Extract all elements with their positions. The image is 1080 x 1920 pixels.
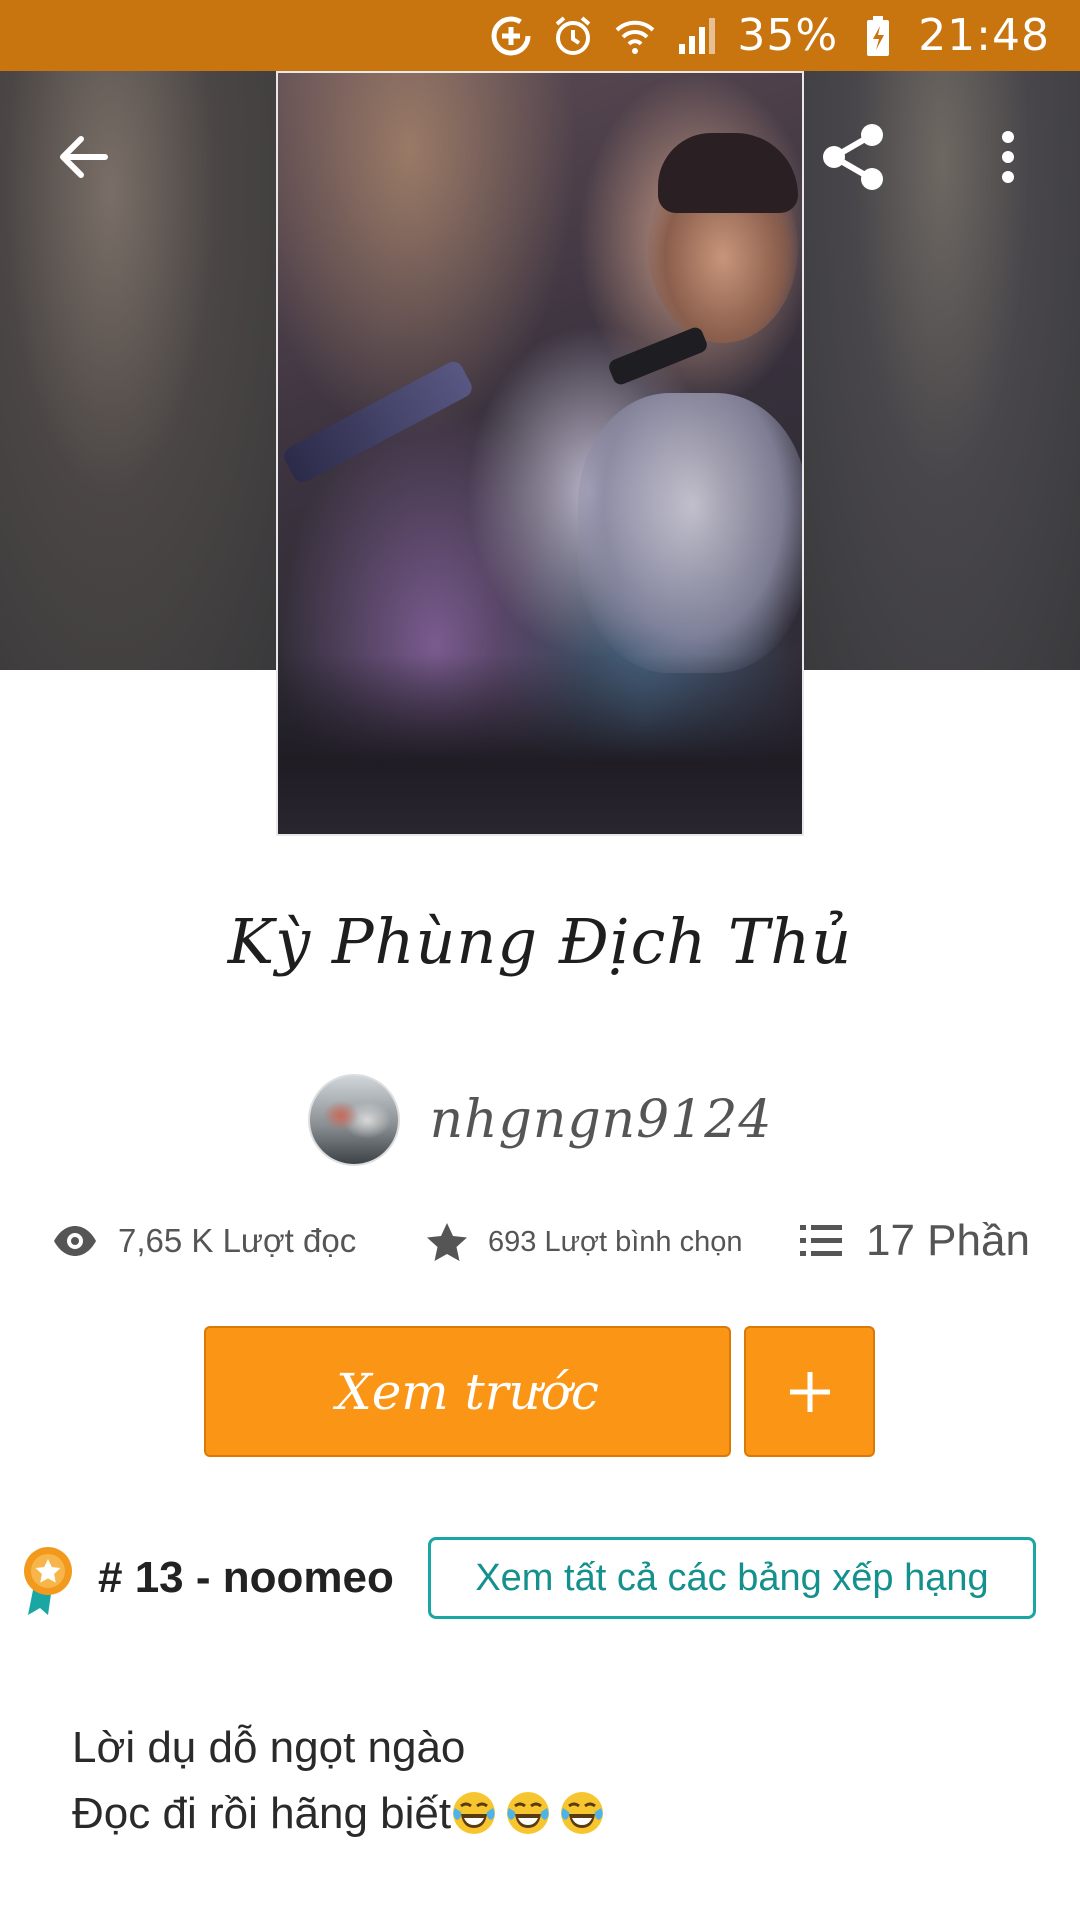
alarm-icon (551, 14, 595, 58)
eye-icon (52, 1224, 98, 1258)
back-button[interactable] (48, 122, 118, 192)
signal-icon (675, 14, 719, 58)
description-line-2-text: Đọc đi rồi hãng biết (72, 1789, 452, 1838)
share-button[interactable] (812, 117, 892, 197)
cover-figure-hair (658, 133, 798, 213)
battery-charging-icon (856, 14, 900, 58)
laughing-tears-emoji-icon (507, 1792, 550, 1834)
laughing-tears-emoji-icon (453, 1792, 496, 1834)
reads-count: 7,65 K Lượt đọc (118, 1222, 357, 1259)
cover-microphone (280, 358, 476, 486)
author-row[interactable]: nhgngn9124 (0, 1072, 1080, 1168)
arrow-left-icon (60, 136, 108, 178)
votes-count: 693 Lượt bình chọn (488, 1225, 743, 1258)
parts-count: 17 Phần (866, 1216, 1030, 1265)
plus-icon (789, 1371, 830, 1412)
cover-figure-shirt (578, 393, 802, 673)
header-blur-left (0, 71, 276, 670)
laughing-tears-emoji-icon (561, 1792, 604, 1834)
add-to-library-button[interactable] (744, 1326, 875, 1457)
list-icon (800, 1223, 842, 1259)
wifi-icon (613, 14, 657, 58)
view-all-rankings-button[interactable]: Xem tất cả các bảng xếp hạng (428, 1537, 1036, 1619)
story-stats: 7,65 K Lượt đọc 693 Lượt bình chọn 17 Ph… (0, 1210, 1080, 1290)
status-bar: 35% 21:48 (0, 0, 1080, 71)
share-icon (823, 124, 883, 190)
cover-stage (278, 654, 802, 834)
story-title: Kỳ Phùng Địch Thủ (227, 905, 853, 978)
story-cover-image[interactable] (276, 71, 804, 836)
author-avatar[interactable] (307, 1074, 400, 1166)
votes-stat: 693 Lượt bình chọn (426, 1222, 743, 1262)
author-name[interactable]: nhgngn9124 (430, 1090, 773, 1150)
parts-stat[interactable]: 17 Phần (800, 1216, 1030, 1266)
star-icon (426, 1222, 468, 1262)
reads-stat: 7,65 K Lượt đọc (52, 1222, 356, 1260)
ranking-text: # 13 - noomeo (98, 1553, 394, 1602)
ranking-badge-icon (24, 1547, 72, 1615)
read-preview-button[interactable]: Xem trước (204, 1326, 731, 1457)
description-line-1: Lời dụ dỗ ngọt ngào (72, 1723, 466, 1772)
more-options-button[interactable] (970, 117, 1046, 197)
battery-percent: 35% (737, 10, 839, 61)
cover-microphone-2 (606, 325, 710, 387)
clock: 21:48 (918, 10, 1050, 61)
story-description: Lời dụ dỗ ngọt ngào Đọc đi rồi hãng biết (72, 1715, 613, 1847)
more-vertical-icon (1002, 131, 1014, 183)
data-saver-icon (489, 14, 533, 58)
description-line-2: Đọc đi rồi hãng biết (72, 1781, 613, 1847)
